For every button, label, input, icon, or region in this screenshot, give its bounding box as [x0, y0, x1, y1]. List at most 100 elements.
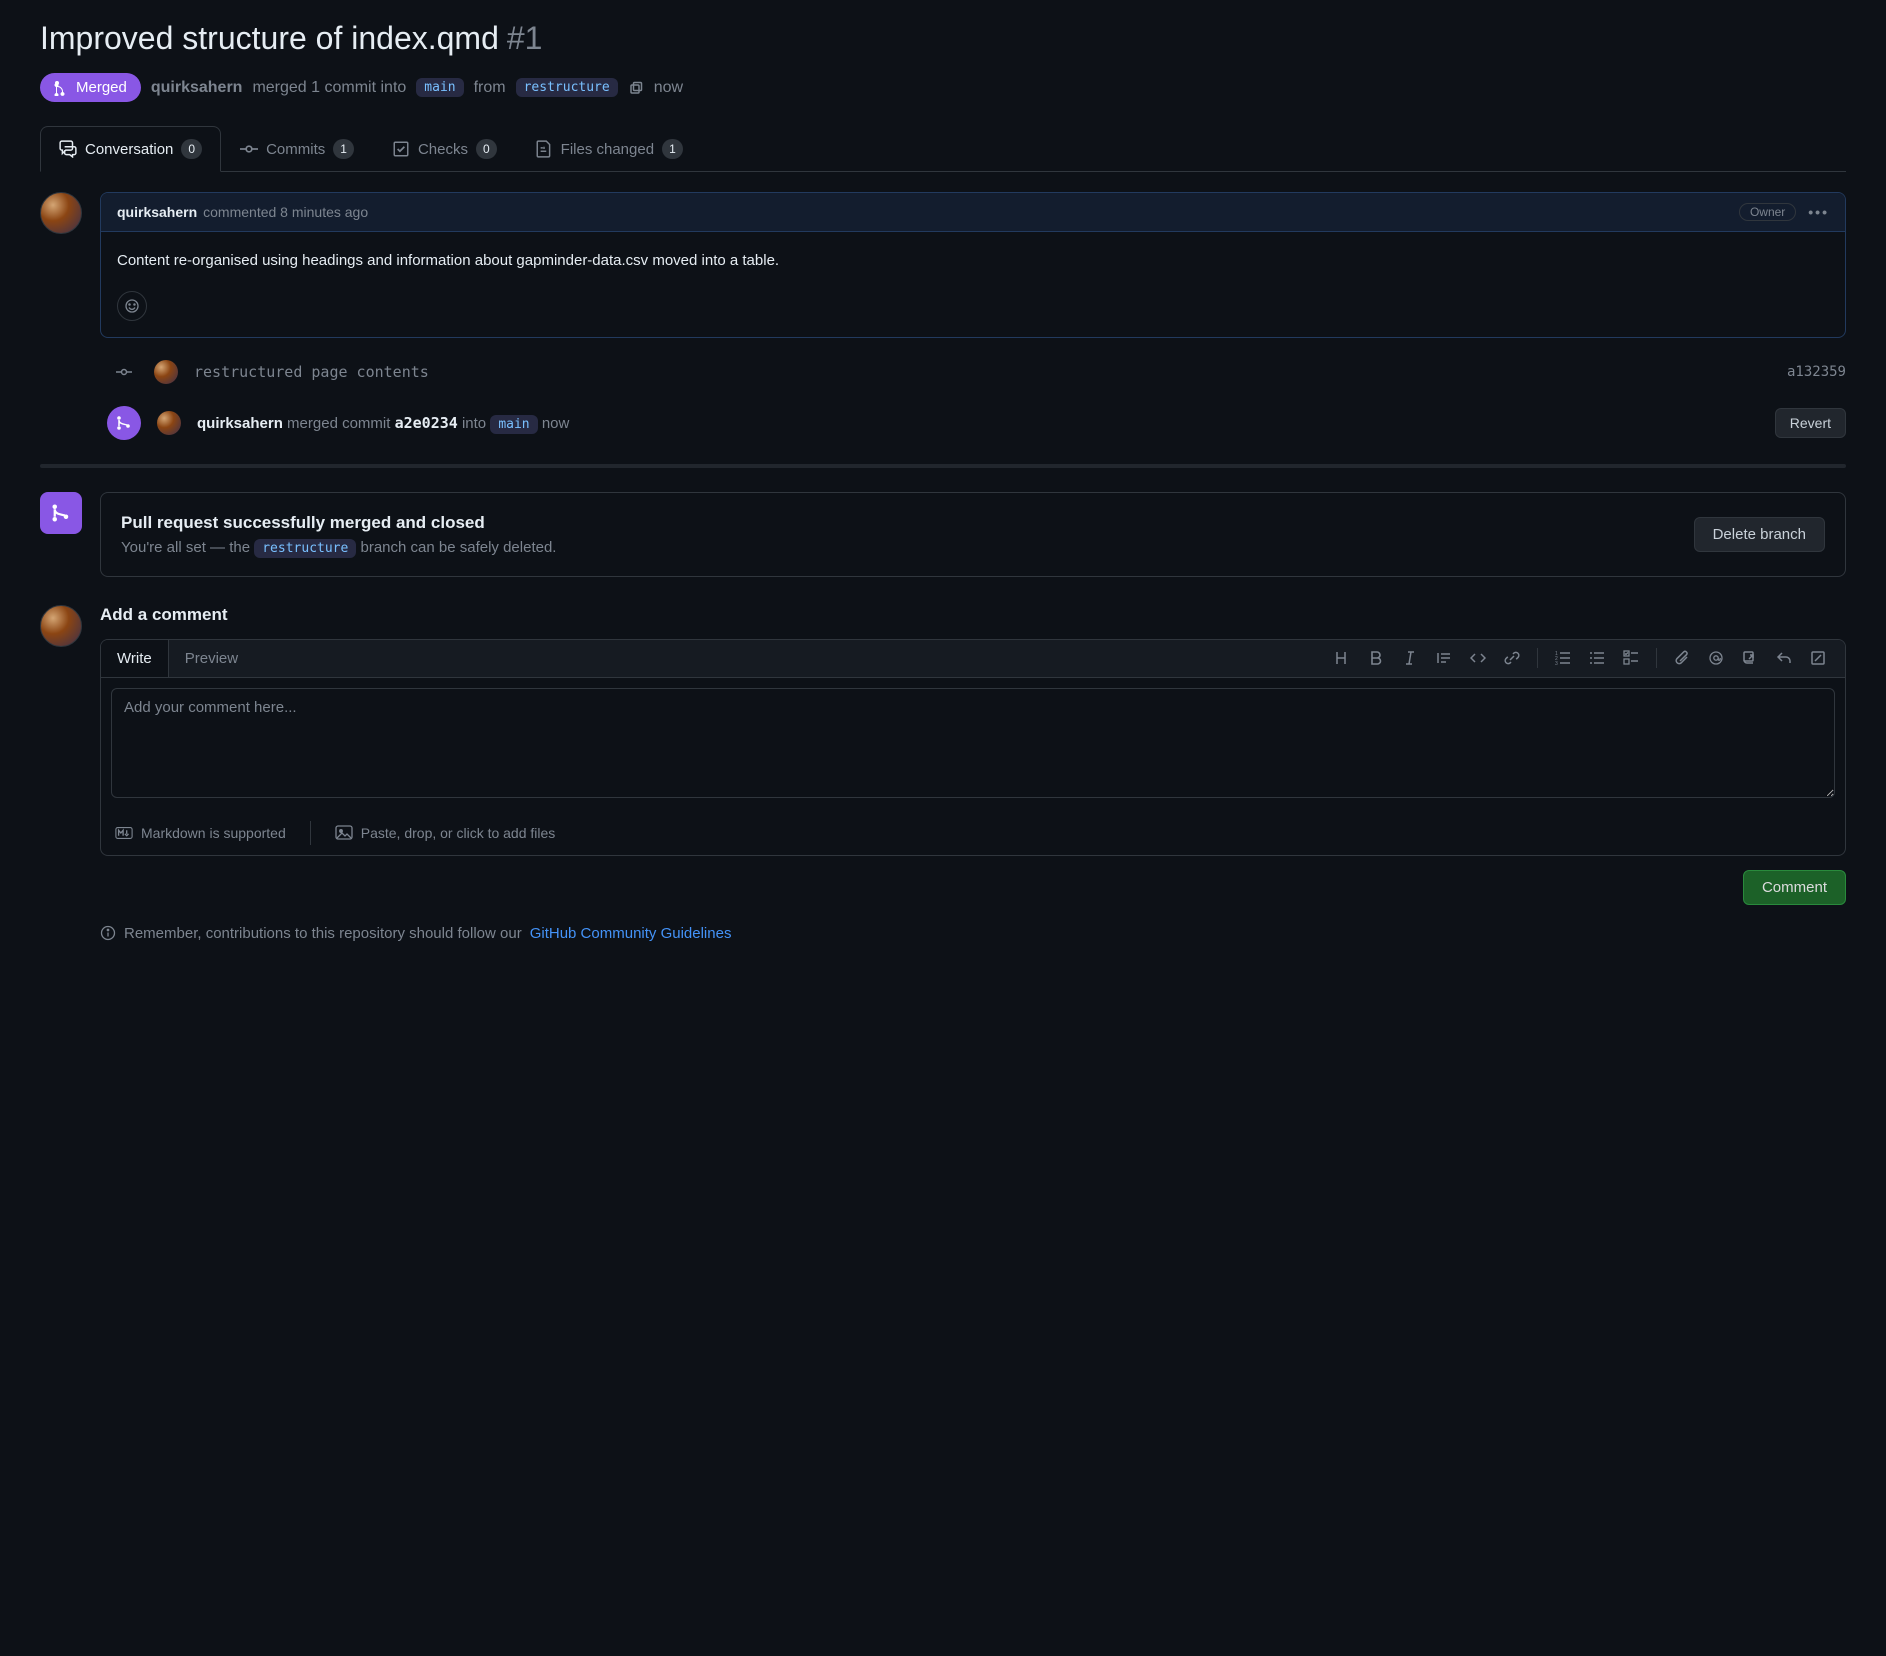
comment-author-avatar[interactable]	[40, 192, 82, 234]
svg-text:3: 3	[1555, 661, 1558, 666]
fullscreen-icon[interactable]	[1803, 643, 1833, 673]
pr-title-text: Improved structure of index.qmd	[40, 20, 499, 57]
reply-icon[interactable]	[1769, 643, 1799, 673]
merged-by-author[interactable]: quirksahern	[151, 79, 243, 97]
merge-author-avatar[interactable]	[157, 411, 181, 435]
bold-icon[interactable]	[1361, 643, 1391, 673]
cross-reference-icon[interactable]	[1735, 643, 1765, 673]
timeline-merge-item: quirksahern merged commit a2e0234 into m…	[110, 406, 1846, 440]
mention-icon[interactable]	[1701, 643, 1731, 673]
markdown-note-text: Markdown is supported	[141, 825, 286, 841]
commit-message[interactable]: restructured page contents	[194, 363, 429, 381]
markdown-supported-note[interactable]: Markdown is supported	[115, 825, 286, 841]
merge-user[interactable]: quirksahern	[197, 415, 283, 432]
editor-toolbar: 123	[1327, 643, 1845, 673]
merge-sub-prefix: You're all set — the	[121, 539, 250, 556]
info-icon	[100, 925, 116, 941]
tab-checks-label: Checks	[418, 141, 468, 158]
quote-icon[interactable]	[1429, 643, 1459, 673]
tab-checks[interactable]: Checks 0	[373, 126, 516, 171]
tab-checks-count: 0	[476, 139, 497, 159]
comment-header: quirksahern commented 8 minutes ago Owne…	[101, 193, 1845, 232]
smiley-icon	[124, 298, 140, 314]
merge-event-time: now	[542, 415, 570, 432]
editor-write-tab[interactable]: Write	[101, 640, 169, 677]
pr-tabs: Conversation 0 Commits 1 Checks 0 Files …	[40, 126, 1846, 172]
add-comment-heading: Add a comment	[100, 605, 1846, 625]
markdown-icon	[115, 826, 133, 840]
link-icon[interactable]	[1497, 643, 1527, 673]
copy-branch-icon[interactable]	[628, 80, 644, 96]
merge-action: merged commit	[287, 415, 390, 432]
conversation-icon	[59, 140, 77, 158]
source-branch-label[interactable]: restructure	[516, 78, 618, 97]
merge-badge-icon	[107, 406, 141, 440]
timeline-commit-item: restructured page contents a132359	[110, 358, 1846, 386]
comment-editor: Write Preview 123	[100, 639, 1846, 856]
italic-icon[interactable]	[1395, 643, 1425, 673]
code-icon[interactable]	[1463, 643, 1493, 673]
merge-into-text: into	[462, 415, 486, 432]
delete-branch-button[interactable]: Delete branch	[1694, 517, 1825, 552]
tab-files-changed-label: Files changed	[561, 141, 654, 158]
revert-button[interactable]: Revert	[1775, 408, 1846, 438]
merge-success-icon	[40, 492, 82, 534]
heading-icon[interactable]	[1327, 643, 1357, 673]
attach-icon[interactable]	[1667, 643, 1697, 673]
tab-conversation-count: 0	[181, 139, 202, 159]
merge-success-title: Pull request successfully merged and clo…	[121, 513, 556, 533]
editor-preview-tab[interactable]: Preview	[169, 640, 254, 677]
merge-commit-hash[interactable]: a2e0234	[395, 414, 458, 432]
submit-comment-button[interactable]: Comment	[1743, 870, 1846, 905]
comment-menu-icon[interactable]: •••	[1808, 204, 1829, 220]
status-label: Merged	[76, 79, 127, 96]
merge-target-branch[interactable]: main	[490, 415, 537, 434]
unordered-list-icon[interactable]	[1582, 643, 1612, 673]
task-list-icon[interactable]	[1616, 643, 1646, 673]
pr-number: #1	[507, 20, 543, 57]
toolbar-separator	[1656, 648, 1657, 668]
ordered-list-icon[interactable]: 123	[1548, 643, 1578, 673]
comment-textarea[interactable]	[111, 688, 1835, 798]
section-divider	[40, 464, 1846, 468]
commit-hash-link[interactable]: a132359	[1787, 364, 1846, 380]
add-reaction-button[interactable]	[117, 291, 147, 321]
guideline-prefix: Remember, contributions to this reposito…	[124, 925, 522, 942]
attach-files-note[interactable]: Paste, drop, or click to add files	[335, 825, 556, 841]
current-user-avatar[interactable]	[40, 605, 82, 647]
comment-body: Content re-organised using headings and …	[101, 232, 1845, 291]
tab-commits[interactable]: Commits 1	[221, 126, 373, 171]
merge-sub-suffix: branch can be safely deleted.	[361, 539, 557, 556]
from-text: from	[474, 79, 506, 97]
status-merged-badge: Merged	[40, 73, 141, 102]
commit-author-avatar[interactable]	[154, 360, 178, 384]
comment-box: quirksahern commented 8 minutes ago Owne…	[100, 192, 1846, 338]
merge-success-panel: Pull request successfully merged and clo…	[100, 492, 1846, 577]
pr-title: Improved structure of index.qmd #1	[40, 20, 1846, 57]
merge-icon	[54, 80, 70, 96]
footer-separator	[310, 821, 311, 845]
merge-event-text: quirksahern merged commit a2e0234 into m…	[197, 414, 569, 432]
tab-commits-count: 1	[333, 139, 354, 159]
comment-time: commented 8 minutes ago	[203, 204, 368, 220]
merge-time: now	[654, 79, 683, 97]
pr-meta: Merged quirksahern merged 1 commit into …	[40, 73, 1846, 102]
guideline-link[interactable]: GitHub Community Guidelines	[530, 925, 732, 942]
tab-conversation-label: Conversation	[85, 141, 173, 158]
merge-action-text: merged 1 commit into	[252, 79, 406, 97]
tab-files-changed-count: 1	[662, 139, 683, 159]
commit-node-icon	[110, 358, 138, 386]
image-icon	[335, 825, 353, 841]
toolbar-separator	[1537, 648, 1538, 668]
checks-icon	[392, 140, 410, 158]
comment-author-name[interactable]: quirksahern	[117, 204, 197, 220]
merge-success-subtext: You're all set — the restructure branch …	[121, 539, 556, 556]
tab-files-changed[interactable]: Files changed 1	[516, 126, 702, 171]
files-icon	[535, 140, 553, 158]
tab-conversation[interactable]: Conversation 0	[40, 126, 221, 172]
owner-badge: Owner	[1739, 203, 1796, 221]
community-guidelines-note: Remember, contributions to this reposito…	[100, 925, 1846, 942]
merge-sub-branch: restructure	[254, 539, 356, 558]
target-branch-label[interactable]: main	[416, 78, 463, 97]
tab-commits-label: Commits	[266, 141, 325, 158]
